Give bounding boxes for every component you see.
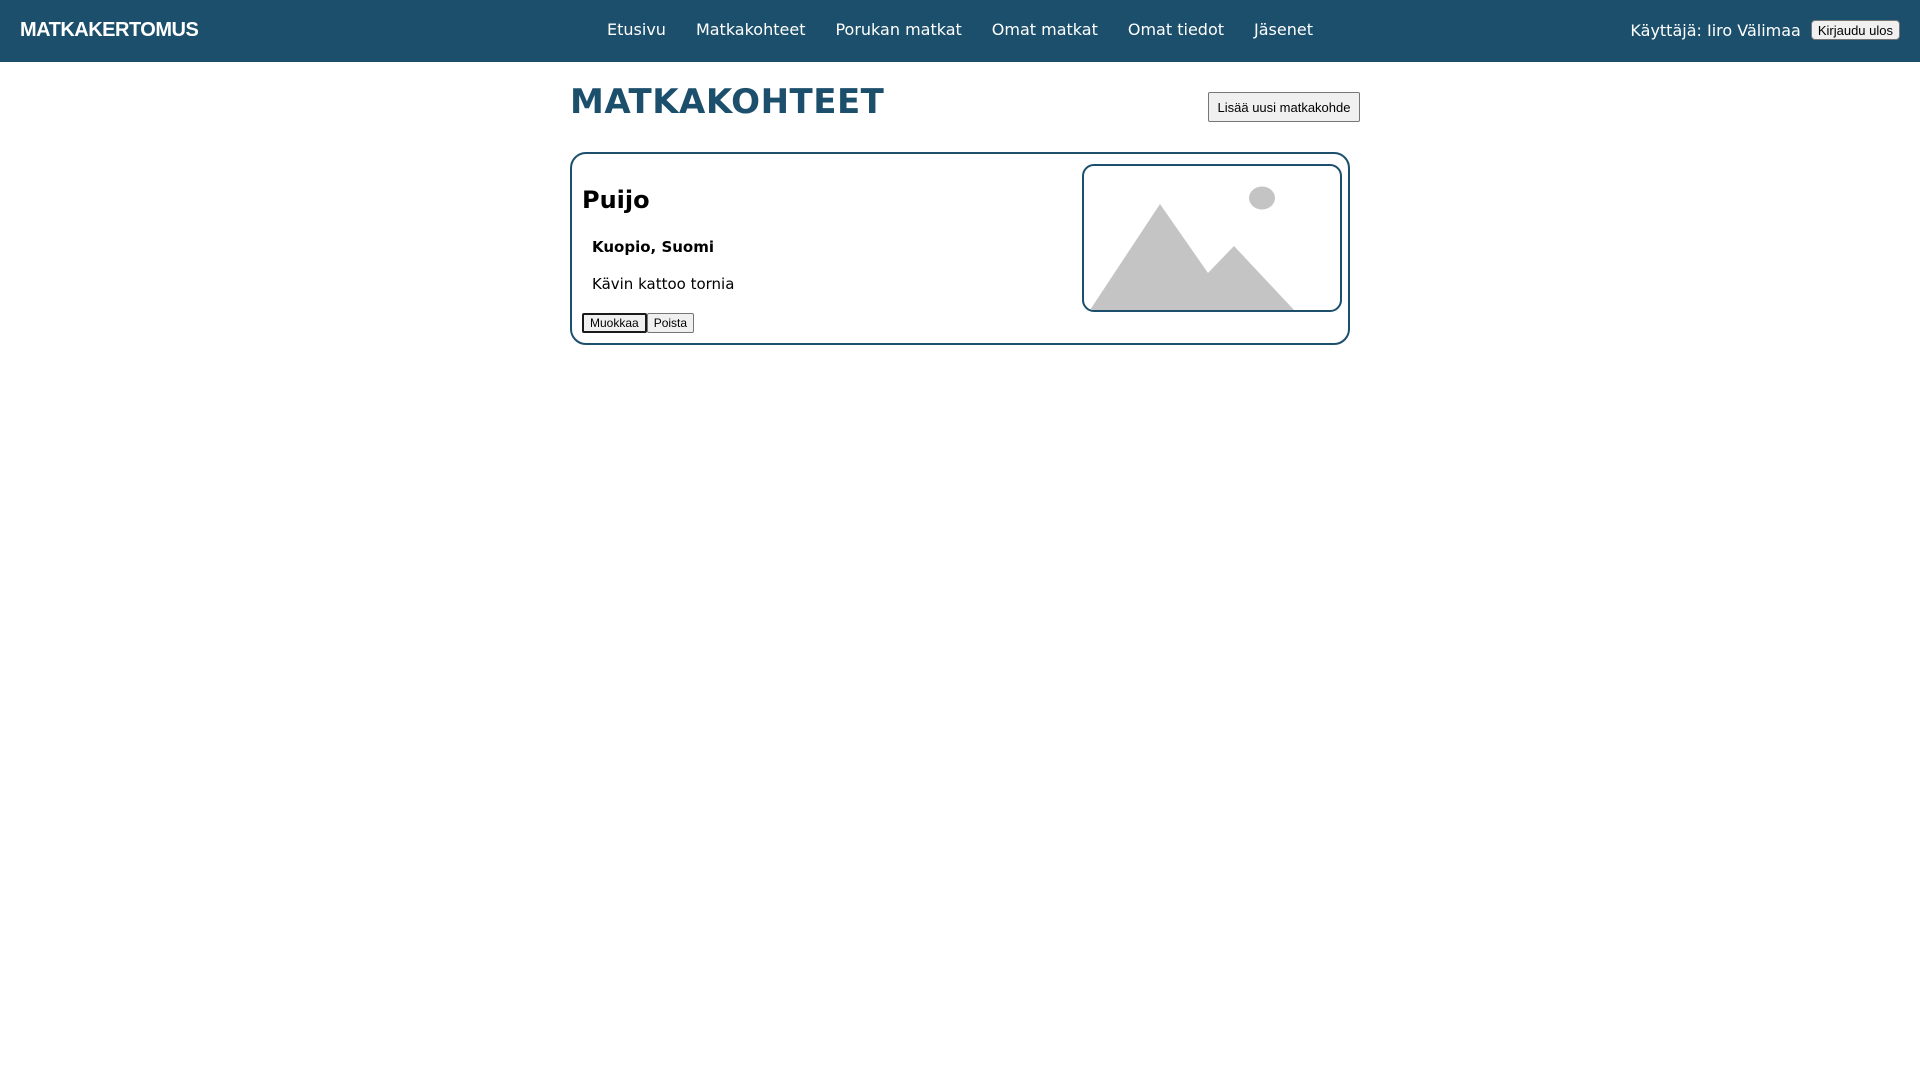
nav-link-porukan-matkat[interactable]: Porukan matkat (835, 20, 961, 39)
destination-image (1082, 164, 1342, 312)
destination-description: Kävin kattoo tornia (592, 275, 735, 293)
nav-link-omat-tiedot[interactable]: Omat tiedot (1128, 20, 1224, 39)
edit-button[interactable]: Muokkaa (582, 313, 647, 333)
nav-link-jasenet[interactable]: Jäsenet (1254, 20, 1313, 39)
user-area: Käyttäjä: Iiro Välimaa Kirjaudu ulos (1630, 20, 1900, 40)
destination-card: Puijo Kuopio, Suomi Kävin kattoo tornia … (570, 152, 1350, 345)
top-navbar: MATKAKERTOMUS Etusivu Matkakohteet Poruk… (0, 0, 1920, 62)
nav-link-omat-matkat[interactable]: Omat matkat (992, 20, 1098, 39)
card-actions: Muokkaa Poista (582, 313, 695, 333)
current-user-label: Käyttäjä: Iiro Välimaa (1630, 20, 1801, 40)
nav-link-etusivu[interactable]: Etusivu (607, 20, 666, 39)
logout-button[interactable]: Kirjaudu ulos (1810, 20, 1900, 40)
image-placeholder-icon (1090, 186, 1294, 310)
destination-location: Kuopio, Suomi (592, 238, 715, 256)
add-destination-button[interactable]: Lisää uusi matkakohde (1208, 92, 1360, 122)
delete-button[interactable]: Poista (646, 313, 695, 333)
page-title: MATKAKOHTEET (570, 82, 885, 122)
destination-name: Puijo (582, 186, 650, 214)
nav-link-matkakohteet[interactable]: Matkakohteet (696, 20, 806, 39)
